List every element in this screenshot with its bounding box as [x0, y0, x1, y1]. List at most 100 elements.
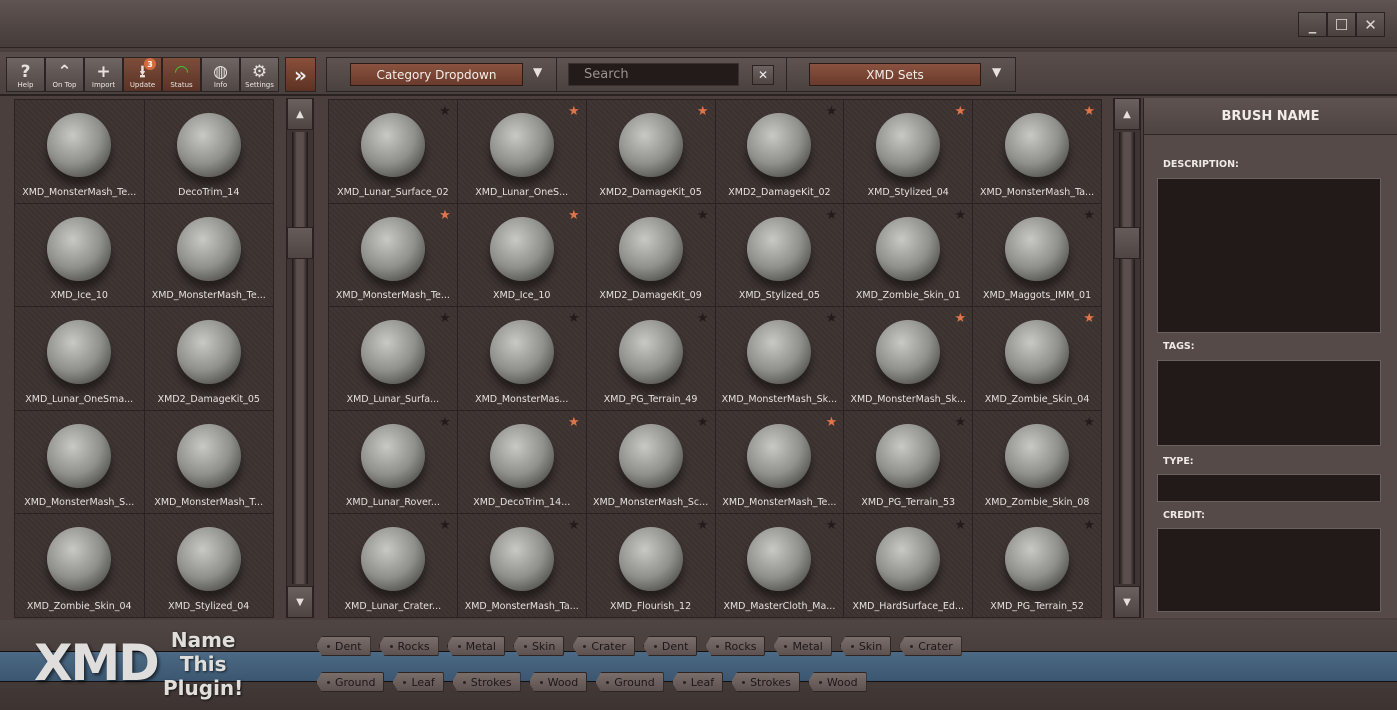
star-filled-icon[interactable]: ★ [568, 415, 580, 430]
favorite-brush-tile[interactable]: XMD_Stylized_04 [144, 514, 273, 617]
scroll-up-button[interactable]: ▲ [287, 98, 313, 130]
expand-button[interactable]: » [285, 57, 316, 92]
tag-chip[interactable]: Strokes [451, 672, 521, 692]
brush-tile[interactable]: ★ XMD_MonsterMash_Sk... [844, 307, 973, 410]
tag-chip[interactable]: Metal [446, 636, 505, 656]
brush-tile[interactable]: ★ XMD_MonsterMash_Sc... [586, 410, 715, 514]
scroll-track[interactable] [1119, 132, 1135, 584]
favorite-brush-tile[interactable]: XMD_MonsterMash_Te... [144, 203, 273, 307]
sets-caret-icon[interactable]: ▼ [992, 65, 1001, 79]
tag-chip[interactable]: Rocks [378, 636, 439, 656]
favorite-brush-tile[interactable]: XMD2_DamageKit_05 [144, 307, 273, 410]
star-icon[interactable]: ★ [439, 518, 451, 533]
tag-chip[interactable]: Crater [899, 636, 962, 656]
tag-chip[interactable]: Wood [807, 672, 867, 692]
star-filled-icon[interactable]: ★ [955, 104, 967, 119]
maximize-button[interactable]: ☐ [1327, 12, 1356, 37]
favorite-brush-tile[interactable]: XMD_MonsterMash_S... [15, 410, 144, 514]
brush-tile[interactable]: ★ XMD2_DamageKit_09 [586, 203, 715, 307]
star-filled-icon[interactable]: ★ [1083, 104, 1095, 119]
brush-tile[interactable]: ★ XMD_Zombie_Skin_08 [973, 410, 1101, 514]
star-icon[interactable]: ★ [1083, 208, 1095, 223]
favorite-brush-tile[interactable]: XMD_Ice_10 [15, 203, 144, 307]
info-button[interactable]: ◍ Info [201, 57, 240, 92]
star-icon[interactable]: ★ [439, 311, 451, 326]
brush-tile[interactable]: ★ XMD_Stylized_04 [844, 100, 973, 203]
star-filled-icon[interactable]: ★ [439, 208, 451, 223]
tag-chip[interactable]: Leaf [392, 672, 444, 692]
star-icon[interactable]: ★ [1083, 415, 1095, 430]
star-icon[interactable]: ★ [697, 518, 709, 533]
tag-chip[interactable]: Ground [316, 672, 385, 692]
brush-tile[interactable]: ★ XMD2_DamageKit_02 [715, 100, 844, 203]
scroll-thumb[interactable] [1114, 227, 1140, 259]
search-input[interactable]: Search [568, 63, 739, 86]
close-button[interactable]: ✕ [1356, 12, 1385, 37]
tag-chip[interactable]: Strokes [731, 672, 800, 692]
brush-tile[interactable]: ★ XMD_Flourish_12 [586, 514, 715, 617]
brush-tile[interactable]: ★ XMD_Zombie_Skin_04 [973, 307, 1101, 410]
favorite-brush-tile[interactable]: XMD_MonsterMash_Te... [15, 100, 144, 203]
tag-chip[interactable]: Skin [512, 636, 565, 656]
description-field[interactable] [1157, 178, 1381, 333]
star-filled-icon[interactable]: ★ [568, 104, 580, 119]
brush-tile[interactable]: ★ XMD_MonsterMash_Ta... [973, 100, 1101, 203]
tags-field[interactable] [1157, 360, 1381, 446]
help-button[interactable]: ? Help [6, 57, 45, 92]
tag-chip[interactable]: Leaf [671, 672, 724, 692]
brush-tile[interactable]: ★ XMD_Zombie_Skin_01 [844, 203, 973, 307]
scroll-up-button[interactable]: ▲ [1114, 98, 1140, 130]
star-icon[interactable]: ★ [697, 415, 709, 430]
clear-search-button[interactable]: ✕ [752, 65, 774, 85]
brush-tile[interactable]: ★ XMD_Lunar_Crater... [329, 514, 457, 617]
sets-dropdown[interactable]: XMD Sets [809, 63, 981, 86]
brush-tile[interactable]: ★ XMD_Ice_10 [457, 203, 586, 307]
credit-field[interactable] [1157, 528, 1381, 612]
star-icon[interactable]: ★ [568, 518, 580, 533]
tag-chip[interactable]: Dent [642, 636, 698, 656]
status-button[interactable]: ◠ Status [162, 57, 201, 92]
favorite-brush-tile[interactable]: DecoTrim_14 [144, 100, 273, 203]
favorite-brush-tile[interactable]: XMD_Zombie_Skin_04 [15, 514, 144, 617]
brush-tile[interactable]: ★ XMD_Lunar_Surfa... [329, 307, 457, 410]
brush-tile[interactable]: ★ XMD_PG_Terrain_49 [586, 307, 715, 410]
star-icon[interactable]: ★ [826, 518, 838, 533]
star-filled-icon[interactable]: ★ [1083, 311, 1095, 326]
brush-tile[interactable]: ★ XMD_HardSurface_Ed... [844, 514, 973, 617]
star-icon[interactable]: ★ [439, 104, 451, 119]
tag-chip[interactable]: Rocks [705, 636, 766, 656]
scroll-down-button[interactable]: ▼ [1114, 586, 1140, 618]
brush-tile[interactable]: ★ XMD_Lunar_OneS... [457, 100, 586, 203]
tag-chip[interactable]: Wood [528, 672, 588, 692]
minimize-button[interactable]: _ [1298, 12, 1327, 37]
star-icon[interactable]: ★ [955, 518, 967, 533]
star-icon[interactable]: ★ [826, 311, 838, 326]
brush-tile[interactable]: ★ XMD_Maggots_IMM_01 [973, 203, 1101, 307]
brush-tile[interactable]: ★ XMD_MonsterMash_Te... [715, 410, 844, 514]
star-icon[interactable]: ★ [697, 208, 709, 223]
brush-scrollbar[interactable]: ▲ ▼ [1113, 98, 1141, 618]
star-icon[interactable]: ★ [697, 311, 709, 326]
star-icon[interactable]: ★ [439, 415, 451, 430]
tag-chip[interactable]: Ground [595, 672, 664, 692]
favorite-brush-tile[interactable]: XMD_MonsterMash_T... [144, 410, 273, 514]
brush-tile[interactable]: ★ XMD_PG_Terrain_53 [844, 410, 973, 514]
settings-button[interactable]: ⚙ Settings [240, 57, 279, 92]
update-button[interactable]: ⭳ 3 Update [123, 57, 162, 92]
brush-tile[interactable]: ★ XMD2_DamageKit_05 [586, 100, 715, 203]
brush-tile[interactable]: ★ XMD_MonsterMash_Ta... [457, 514, 586, 617]
tag-chip[interactable]: Metal [773, 636, 832, 656]
scroll-down-button[interactable]: ▼ [287, 586, 313, 618]
brush-tile[interactable]: ★ XMD_DecoTrim_14... [457, 410, 586, 514]
brush-tile[interactable]: ★ XMD_Lunar_Rover... [329, 410, 457, 514]
brush-tile[interactable]: ★ XMD_PG_Terrain_52 [973, 514, 1101, 617]
star-filled-icon[interactable]: ★ [955, 311, 967, 326]
star-icon[interactable]: ★ [568, 311, 580, 326]
star-icon[interactable]: ★ [826, 208, 838, 223]
category-caret-icon[interactable]: ▼ [533, 65, 542, 79]
brush-tile[interactable]: ★ XMD_Stylized_05 [715, 203, 844, 307]
scroll-thumb[interactable] [287, 227, 313, 259]
tag-chip[interactable]: Dent [316, 636, 371, 656]
favorites-scrollbar[interactable]: ▲ ▼ [286, 98, 314, 618]
brush-tile[interactable]: ★ XMD_MonsterMash_Sk... [715, 307, 844, 410]
